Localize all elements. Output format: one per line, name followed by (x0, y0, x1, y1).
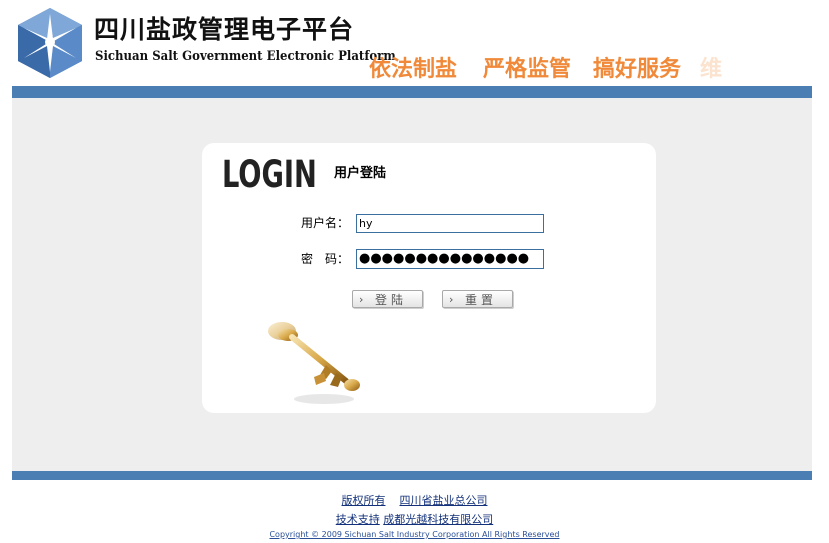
site-title: 四川盐政管理电子平台 (94, 15, 355, 44)
chevron-right-icon: › (359, 293, 364, 306)
username-label: 用户名： (301, 216, 350, 230)
header-divider-bar (12, 86, 812, 98)
slogan-2: 严格监管 (483, 57, 572, 82)
reset-button[interactable]: › 重置 (442, 290, 513, 308)
password-input[interactable]: ●●●●●●●●●●●●●●● (356, 249, 544, 269)
login-panel: LOGIN 用户登陆 用户名： hy 密 码： ●●●●●●●●●●●●●●● … (202, 143, 656, 413)
site-title-english: Sichuan Salt Government Electronic Platf… (95, 49, 396, 64)
login-subheading: 用户登陆 (334, 166, 387, 181)
footer-copyright-english: Copyright © 2009 Sichuan Salt Industry C… (0, 530, 829, 539)
copyright-english-link[interactable]: Copyright © 2009 Sichuan Salt Industry C… (269, 530, 559, 539)
login-heading: LOGIN (222, 153, 317, 196)
footer-tech-support: 技术支持 成都光越科技有限公司 (0, 511, 829, 527)
chevron-right-icon: › (449, 293, 454, 306)
password-label: 密 码： (301, 252, 350, 266)
username-input[interactable]: hy (356, 214, 544, 233)
login-button[interactable]: › 登陆 (352, 290, 423, 308)
slogan-4-fading: 维 (700, 57, 723, 82)
footer-divider-bar (12, 471, 812, 480)
login-button-label: 登陆 (375, 293, 408, 307)
reset-button-label: 重置 (465, 293, 498, 307)
golden-key-icon (268, 322, 360, 404)
slogan-3: 搞好服务 (593, 57, 682, 82)
copyright-owner-label-link[interactable]: 版权所有 (342, 494, 386, 507)
star-cube-logo-icon (18, 8, 82, 78)
support-label-link[interactable]: 技术支持 (336, 513, 380, 526)
slogan-1: 依法制盐 (369, 57, 458, 82)
page-header: 四川盐政管理电子平台 Sichuan Salt Government Elect… (0, 0, 829, 86)
footer-copyright-owner: 版权所有 四川省盐业总公司 (0, 492, 829, 508)
support-company-link[interactable]: 成都光越科技有限公司 (383, 513, 493, 526)
copyright-owner-link[interactable]: 四川省盐业总公司 (400, 494, 488, 507)
